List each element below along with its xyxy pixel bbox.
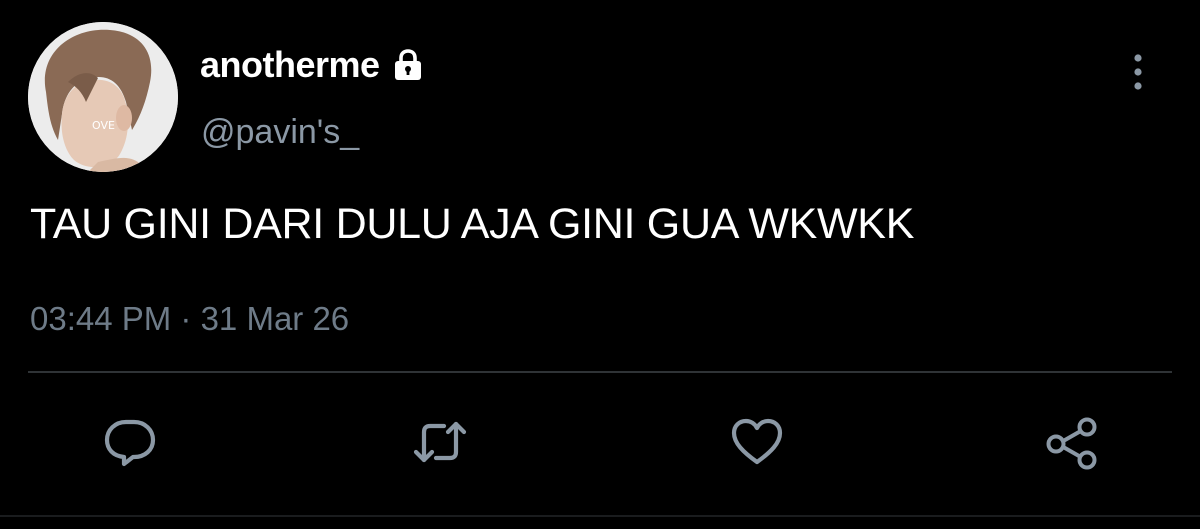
share-icon: [1046, 417, 1097, 470]
divider: [28, 371, 1172, 373]
like-button[interactable]: [727, 412, 787, 472]
tweet-time: 03:44 PM: [30, 300, 172, 337]
reply-button[interactable]: [100, 412, 160, 472]
retweet-icon: [413, 421, 467, 463]
avatar-image: [28, 22, 178, 172]
tweet-detail: OVE anotherme @pavin's_ TAU GINI DARI DU…: [0, 0, 1200, 529]
tweet-text: TAU GINI DARI DULU AJA GINI GUA WKWKK: [30, 200, 915, 248]
avatar[interactable]: OVE: [28, 22, 178, 172]
display-name[interactable]: anotherme: [200, 44, 380, 86]
avatar-overlay-text: OVE: [92, 119, 115, 132]
tweet-timestamp[interactable]: 03:44 PM · 31 Mar 26: [30, 300, 349, 338]
display-name-row: anotherme: [200, 44, 426, 86]
user-handle[interactable]: @pavin's_: [201, 113, 359, 152]
bottom-divider: [0, 515, 1200, 517]
reply-icon: [104, 419, 156, 467]
tweet-date: 31 Mar 26: [200, 300, 350, 337]
share-button[interactable]: [1042, 412, 1102, 472]
lock-icon: [390, 47, 426, 83]
more-options-icon[interactable]: [1126, 52, 1150, 92]
retweet-button[interactable]: [410, 412, 470, 472]
heart-icon: [731, 418, 783, 465]
timestamp-separator: ·: [171, 300, 201, 337]
